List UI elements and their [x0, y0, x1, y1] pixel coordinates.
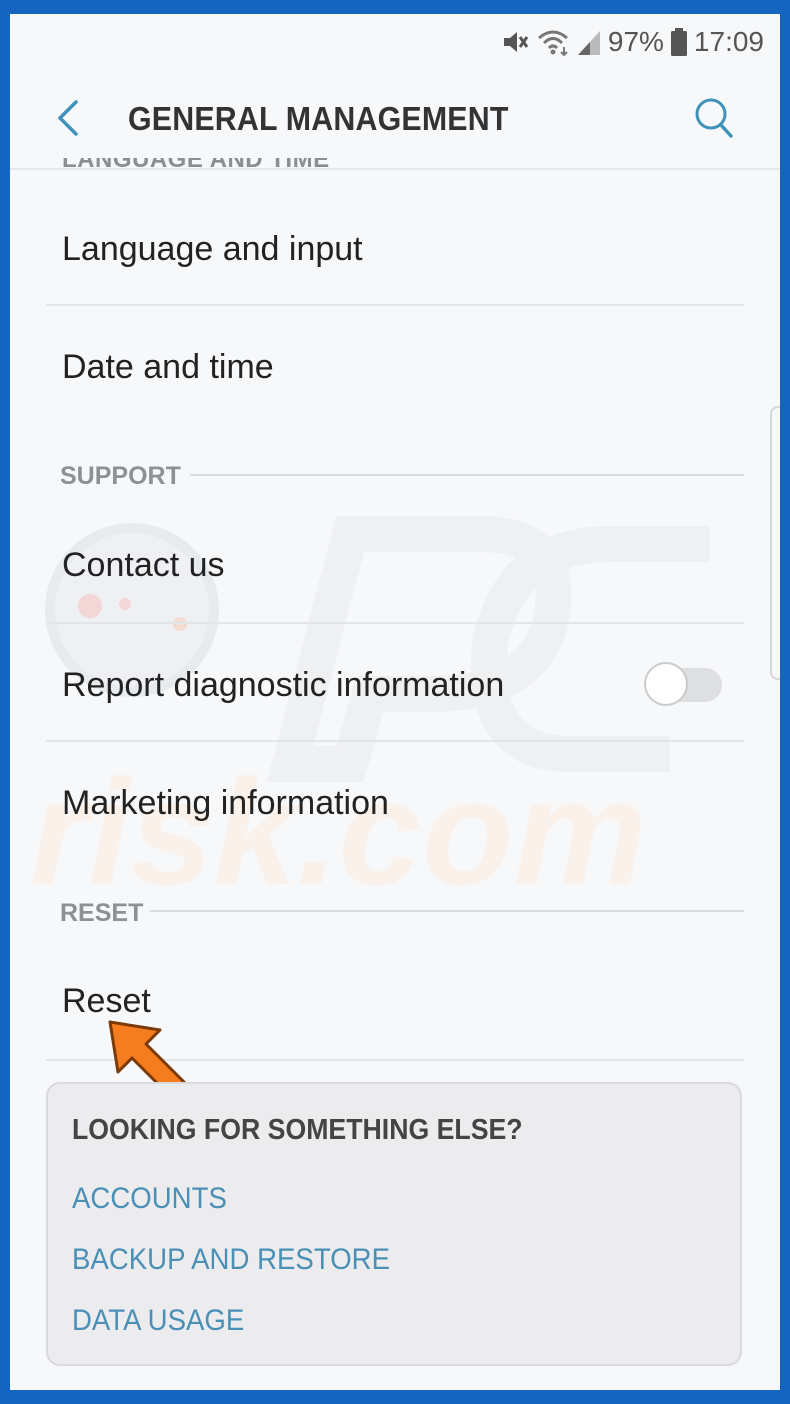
section-divider	[190, 474, 744, 476]
scrolled-section-header: LANGUAGE AND TIME	[62, 158, 330, 172]
link-accounts[interactable]: ACCOUNTS	[72, 1182, 227, 1216]
suggestions-title: LOOKING FOR SOMETHING ELSE?	[72, 1114, 523, 1146]
phone-screen: 97% 17:09 GENERAL MANAGEMENT LANGUAGE AN…	[10, 14, 780, 1390]
battery-percent: 97%	[607, 26, 664, 57]
item-report-diagnostic-label: Report diagnostic information	[62, 666, 505, 704]
clock: 17:09	[693, 26, 764, 57]
status-icons: 97% 17:09	[500, 22, 764, 62]
back-button[interactable]	[48, 96, 88, 140]
list-item[interactable]: Report diagnostic information	[46, 624, 744, 740]
list-item[interactable]: Language and input	[46, 184, 744, 304]
list-item[interactable]: Marketing information	[46, 742, 744, 858]
toggle-thumb	[644, 662, 688, 706]
item-language-and-input-label: Language and input	[62, 230, 363, 268]
status-bar: 97% 17:09	[10, 14, 780, 70]
scrollbar[interactable]	[770, 406, 780, 680]
page-title: GENERAL MANAGEMENT	[128, 100, 509, 137]
app-bar: GENERAL MANAGEMENT	[10, 70, 780, 170]
item-contact-us-label: Contact us	[62, 546, 225, 584]
mute-icon	[500, 27, 530, 57]
link-backup-and-restore[interactable]: BACKUP AND RESTORE	[72, 1243, 390, 1277]
search-icon	[692, 98, 736, 146]
section-divider	[150, 910, 744, 912]
signal-icon	[576, 27, 602, 57]
wifi-icon	[536, 27, 570, 57]
list-item[interactable]: Date and time	[46, 306, 744, 426]
list-item[interactable]: Contact us	[46, 504, 744, 622]
report-diagnostic-toggle[interactable]	[644, 662, 722, 706]
link-data-usage[interactable]: DATA USAGE	[72, 1304, 244, 1338]
item-marketing-information-label: Marketing information	[62, 784, 389, 822]
section-header-reset: RESET	[60, 899, 144, 927]
section-header-support: SUPPORT	[60, 462, 181, 490]
back-arrow-icon	[48, 100, 88, 144]
suggestions-card: LOOKING FOR SOMETHING ELSE? ACCOUNTS BAC…	[46, 1082, 742, 1366]
battery-icon	[670, 27, 688, 57]
item-date-and-time-label: Date and time	[62, 348, 274, 386]
search-button[interactable]	[692, 94, 736, 142]
